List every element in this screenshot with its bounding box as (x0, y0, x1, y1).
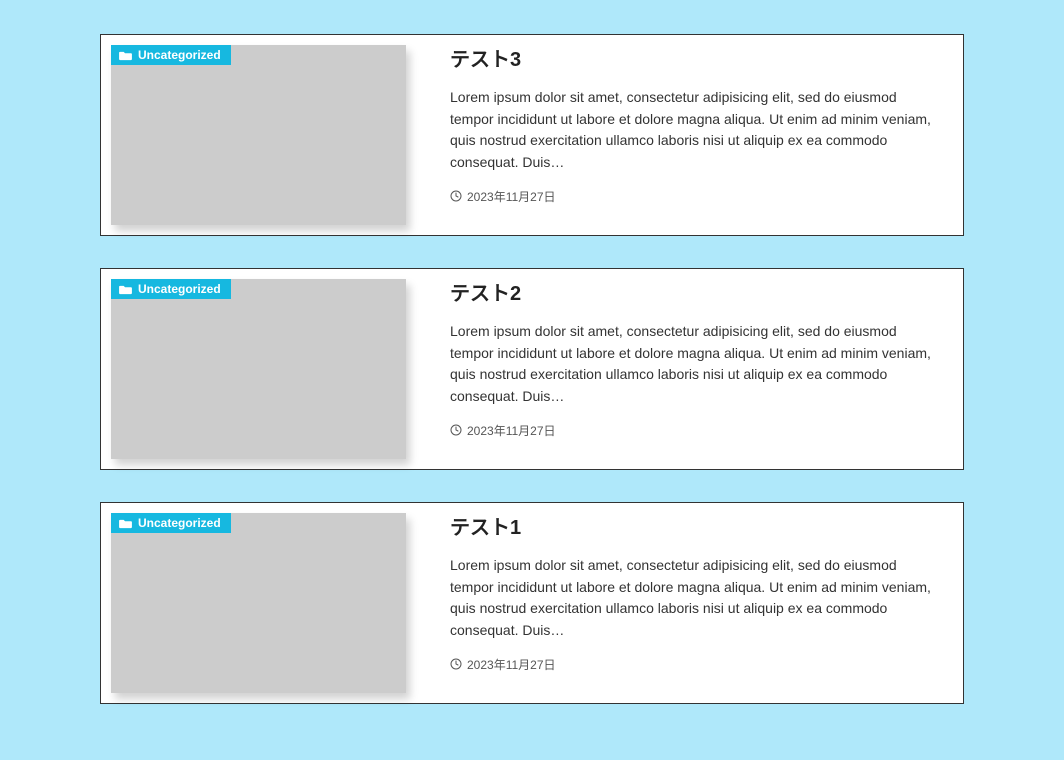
post-card[interactable]: Uncategorized テスト3 Lorem ipsum dolor sit… (100, 34, 964, 236)
post-card[interactable]: Uncategorized テスト1 Lorem ipsum dolor sit… (100, 502, 964, 704)
category-label: Uncategorized (138, 517, 221, 529)
folder-icon (119, 50, 132, 61)
post-date: 2023年11月27日 (467, 422, 556, 439)
post-date: 2023年11月27日 (467, 656, 556, 673)
category-label: Uncategorized (138, 283, 221, 295)
post-meta: 2023年11月27日 (450, 188, 943, 205)
post-thumbnail[interactable] (111, 513, 406, 693)
post-content: テスト2 Lorem ipsum dolor sit amet, consect… (450, 279, 943, 439)
category-badge[interactable]: Uncategorized (111, 45, 231, 65)
post-thumbnail-wrap: Uncategorized (111, 279, 406, 459)
post-thumbnail-wrap: Uncategorized (111, 513, 406, 693)
post-card[interactable]: Uncategorized テスト2 Lorem ipsum dolor sit… (100, 268, 964, 470)
category-badge[interactable]: Uncategorized (111, 279, 231, 299)
post-title[interactable]: テスト3 (450, 47, 943, 73)
post-date: 2023年11月27日 (467, 188, 556, 205)
post-excerpt: Lorem ipsum dolor sit amet, consectetur … (450, 87, 943, 174)
post-list: Uncategorized テスト3 Lorem ipsum dolor sit… (100, 34, 964, 704)
clock-icon (450, 658, 462, 670)
post-excerpt: Lorem ipsum dolor sit amet, consectetur … (450, 555, 943, 642)
post-content: テスト3 Lorem ipsum dolor sit amet, consect… (450, 45, 943, 205)
folder-icon (119, 518, 132, 529)
post-content: テスト1 Lorem ipsum dolor sit amet, consect… (450, 513, 943, 673)
folder-icon (119, 284, 132, 295)
post-title[interactable]: テスト1 (450, 515, 943, 541)
post-thumbnail-wrap: Uncategorized (111, 45, 406, 225)
category-badge[interactable]: Uncategorized (111, 513, 231, 533)
post-meta: 2023年11月27日 (450, 422, 943, 439)
post-thumbnail[interactable] (111, 45, 406, 225)
post-meta: 2023年11月27日 (450, 656, 943, 673)
post-title[interactable]: テスト2 (450, 281, 943, 307)
post-excerpt: Lorem ipsum dolor sit amet, consectetur … (450, 321, 943, 408)
category-label: Uncategorized (138, 49, 221, 61)
clock-icon (450, 190, 462, 202)
clock-icon (450, 424, 462, 436)
post-thumbnail[interactable] (111, 279, 406, 459)
